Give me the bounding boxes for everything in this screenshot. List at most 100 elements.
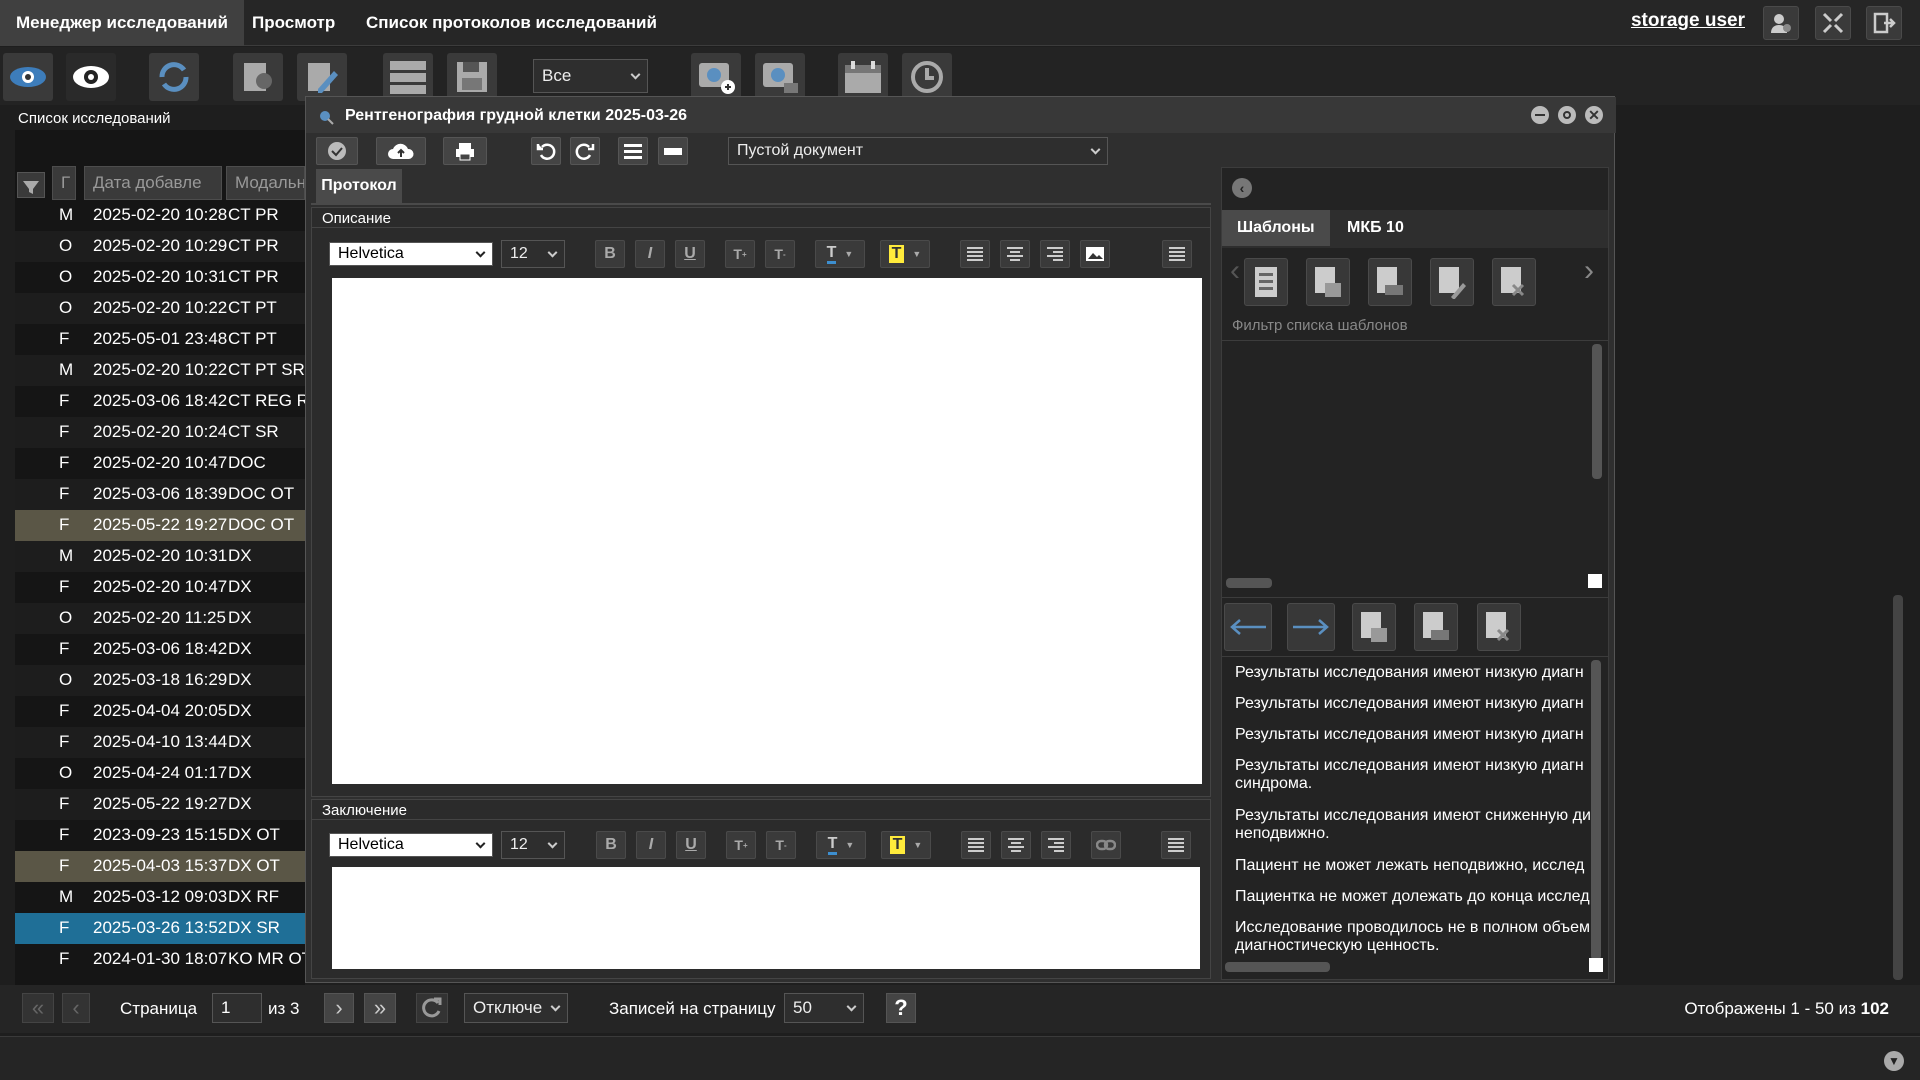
reload-icon[interactable] — [416, 993, 448, 1023]
patient-edit-icon[interactable] — [233, 53, 283, 101]
table-row[interactable]: O 2025-04-24 01:17 DX — [15, 758, 305, 789]
prev-page-icon[interactable]: ‹ — [62, 993, 90, 1023]
phrases-scrollbar[interactable] — [1591, 660, 1601, 960]
table-row[interactable]: F 2025-05-22 19:27 DOC OT — [15, 510, 305, 541]
phrase-item[interactable]: Пациентка не может долежать до конца исс… — [1235, 888, 1590, 906]
tree-scrollbar[interactable] — [1592, 344, 1602, 479]
superscript-button[interactable]: T + — [725, 240, 755, 268]
align-center-icon[interactable] — [1001, 831, 1031, 859]
table-row[interactable]: M 2025-02-20 10:22 CT PT SR — [15, 355, 305, 386]
per-page-select[interactable]: 50 — [784, 993, 864, 1023]
column-filter-icon[interactable] — [17, 172, 45, 198]
template-rename-icon[interactable] — [1368, 258, 1412, 306]
template-doc-icon[interactable] — [1244, 258, 1288, 306]
edit-study-icon[interactable] — [297, 53, 347, 101]
template-filter-input[interactable]: Фильтр списка шаблонов — [1232, 317, 1408, 334]
phrase-item[interactable]: Исследование проводилось не в полном объ… — [1235, 919, 1590, 955]
table-row[interactable]: F 2023-09-23 15:15 DX OT — [15, 820, 305, 851]
print-icon[interactable] — [443, 137, 487, 165]
filter-select[interactable]: Все — [533, 59, 648, 93]
template-add-icon[interactable] — [1306, 258, 1350, 306]
align-left-icon[interactable] — [961, 831, 991, 859]
tree-hscrollbar[interactable] — [1226, 578, 1272, 588]
arrow-left-icon[interactable] — [1224, 603, 1272, 651]
phrase-add-icon[interactable] — [1352, 603, 1396, 651]
table-row[interactable]: F 2025-03-26 13:52 DX SR — [15, 913, 305, 944]
list-view-icon[interactable] — [618, 137, 648, 165]
underline-button[interactable]: U — [675, 240, 705, 268]
table-row[interactable]: O 2025-02-20 10:29 CT PR — [15, 231, 305, 262]
highlight-color-icon[interactable]: T ▼ — [881, 831, 931, 859]
logout-icon[interactable] — [1866, 6, 1902, 40]
fullscreen-icon[interactable] — [1815, 6, 1851, 40]
scroll-left-icon[interactable]: ‹ — [1230, 254, 1240, 288]
table-row[interactable]: O 2025-02-20 11:25 DX — [15, 603, 305, 634]
next-page-icon[interactable]: › — [324, 993, 354, 1023]
collapse-panel-icon[interactable]: ‹ — [1232, 178, 1252, 198]
font-select[interactable]: Helvetica — [329, 242, 493, 266]
font-size-select[interactable]: 12 — [501, 831, 565, 859]
phrase-item[interactable]: Результаты исследования имеют низкую диа… — [1235, 757, 1590, 793]
restore-icon[interactable] — [1558, 106, 1576, 124]
align-left-icon[interactable] — [960, 240, 990, 268]
more-options-icon[interactable] — [1161, 831, 1191, 859]
last-page-icon[interactable]: » — [364, 993, 396, 1023]
text-color-icon[interactable]: T ▼ — [816, 831, 866, 859]
view-icon[interactable] — [3, 53, 53, 101]
template-edit-icon[interactable] — [1430, 258, 1474, 306]
description-editor[interactable] — [332, 278, 1202, 784]
link-icon[interactable] — [1091, 831, 1121, 859]
table-row[interactable]: F 2025-02-20 10:24 CT SR — [15, 417, 305, 448]
table-row[interactable]: F 2024-01-30 18:07 KO MR OT — [15, 944, 305, 975]
minimize-icon[interactable] — [1531, 106, 1549, 124]
table-row[interactable]: F 2025-03-06 18:39 DOC OT — [15, 479, 305, 510]
insert-image-icon[interactable] — [1080, 240, 1110, 268]
conclusion-editor[interactable] — [332, 867, 1200, 969]
page-input[interactable]: 1 — [212, 993, 262, 1023]
table-row[interactable]: M 2025-02-20 10:31 DX — [15, 541, 305, 572]
template-delete-icon[interactable] — [1492, 258, 1536, 306]
close-icon[interactable]: ✕ — [1585, 106, 1603, 124]
superscript-button[interactable]: T + — [726, 831, 756, 859]
tab-templates[interactable]: Шаблоны — [1222, 210, 1330, 246]
user-settings-icon[interactable] — [1763, 6, 1799, 40]
phrases-hscrollbar[interactable] — [1225, 962, 1330, 972]
text-color-icon[interactable]: T ▼ — [815, 240, 865, 268]
column-header-date[interactable]: Дата добавле — [84, 166, 222, 200]
image-settings-icon[interactable] — [755, 53, 805, 101]
bold-button[interactable]: B — [596, 831, 626, 859]
table-row[interactable]: F 2025-02-20 10:47 DOC — [15, 448, 305, 479]
confirm-icon[interactable] — [316, 137, 358, 165]
calendar-icon[interactable] — [838, 53, 888, 101]
column-header-modality[interactable]: Модальн — [226, 166, 305, 200]
table-row[interactable]: M 2025-02-20 10:28 CT PR — [15, 200, 305, 231]
user-link[interactable]: storage user — [1631, 10, 1745, 32]
highlight-color-icon[interactable]: T ▼ — [880, 240, 930, 268]
italic-button[interactable]: I — [636, 831, 666, 859]
table-row[interactable]: F 2025-03-06 18:42 DX — [15, 634, 305, 665]
main-scrollbar[interactable] — [1893, 595, 1903, 980]
history-icon[interactable] — [902, 53, 952, 101]
save-icon[interactable] — [447, 53, 497, 101]
subscript-button[interactable]: T- — [766, 831, 796, 859]
eye-icon[interactable] — [66, 53, 116, 101]
tab-protocol-list[interactable]: Список протоколов исследований — [350, 0, 673, 46]
refresh-icon[interactable] — [149, 53, 199, 101]
auto-refresh-select[interactable]: Отключе — [464, 993, 568, 1023]
table-row[interactable]: F 2025-03-06 18:42 CT REG R — [15, 386, 305, 417]
phrase-rename-icon[interactable] — [1414, 603, 1458, 651]
phrase-item[interactable]: Результаты исследования имеют низкую диа… — [1235, 695, 1590, 713]
upload-icon[interactable] — [376, 137, 426, 165]
first-page-icon[interactable]: « — [22, 993, 54, 1023]
phrase-item[interactable]: Результаты исследования имеют сниженную … — [1235, 807, 1590, 843]
tab-icd10[interactable]: МКБ 10 — [1332, 210, 1419, 246]
phrase-item[interactable]: Пациент не может лежать неподвижно, иссл… — [1235, 857, 1590, 875]
align-center-icon[interactable] — [1000, 240, 1030, 268]
table-row[interactable]: M 2025-03-12 09:03 DX RF — [15, 882, 305, 913]
single-line-icon[interactable] — [658, 137, 688, 165]
table-row[interactable]: O 2025-03-18 16:29 DX — [15, 665, 305, 696]
phrase-item[interactable]: Результаты исследования имеют низкую диа… — [1235, 664, 1590, 682]
more-options-icon[interactable] — [1162, 240, 1192, 268]
italic-button[interactable]: I — [635, 240, 665, 268]
align-right-icon[interactable] — [1041, 831, 1071, 859]
